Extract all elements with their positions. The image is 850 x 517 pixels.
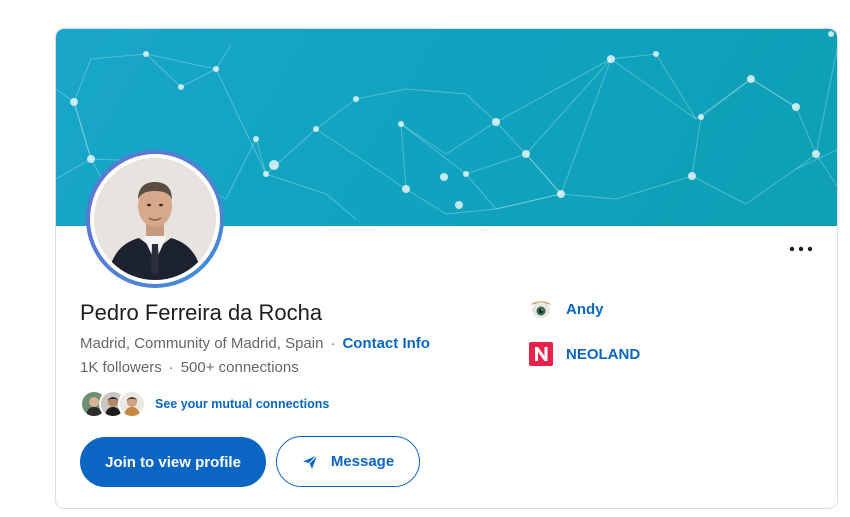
join-to-view-profile-button[interactable]: Join to view profile — [80, 437, 266, 487]
profile-card: Pedro Ferreira da Rocha Madrid, Communit… — [55, 28, 838, 509]
mutual-connections[interactable]: See your mutual connections — [80, 388, 329, 420]
contact-info-link[interactable]: Contact Info — [342, 335, 430, 352]
mutual-connections-link[interactable]: See your mutual connections — [155, 397, 329, 411]
connections-count: 500+ connections — [180, 359, 299, 376]
separator-dot: · — [168, 359, 174, 376]
organization-name: NEOLAND — [566, 345, 641, 363]
person-portrait-icon — [94, 158, 216, 280]
send-icon — [302, 454, 318, 469]
organization-andy[interactable]: Andy — [529, 297, 604, 321]
mutual-avatar — [118, 390, 146, 418]
message-button[interactable]: Message — [276, 436, 420, 487]
profile-avatar — [86, 150, 224, 288]
followers-count: 1K followers — [80, 359, 162, 376]
profile-name: Pedro Ferreira da Rocha — [80, 300, 323, 325]
profile-stats-line: 1K followers · 500+ connections — [80, 359, 299, 376]
profile-location-line: Madrid, Community of Madrid, Spain · Conta… — [80, 335, 430, 352]
profile-location: Madrid, Community of Madrid, Spain — [80, 335, 324, 352]
more-horizontal-icon — [789, 246, 813, 252]
separator-dot: · — [330, 335, 336, 352]
person-avatar-icon — [120, 392, 144, 416]
message-button-label: Message — [330, 453, 395, 470]
organization-name: Andy — [566, 300, 604, 318]
andy-logo-icon — [529, 297, 553, 321]
organization-neoland[interactable]: NEOLAND — [529, 342, 640, 366]
mutual-avatars — [80, 390, 146, 418]
more-options-button[interactable] — [784, 237, 818, 261]
avatar-photo — [94, 158, 216, 280]
neoland-logo-icon — [529, 342, 553, 366]
